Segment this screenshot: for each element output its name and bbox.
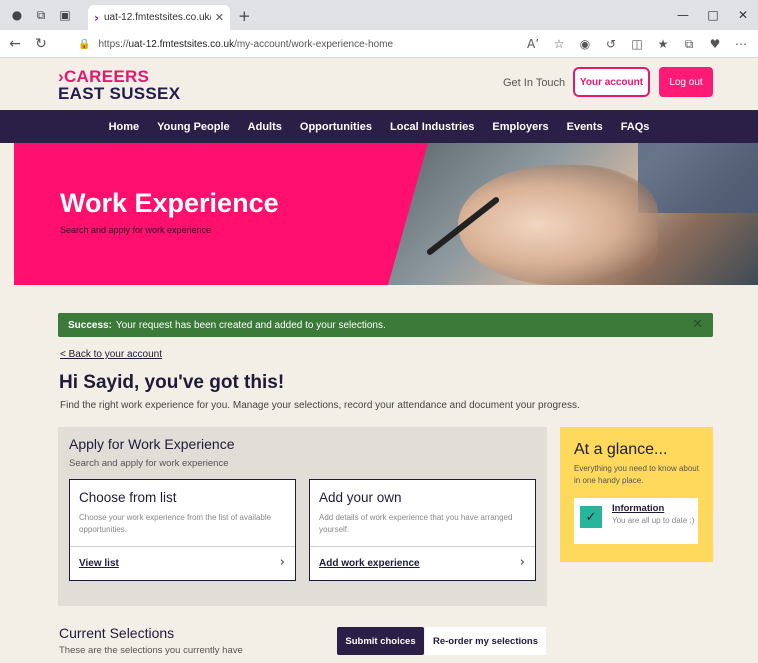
apply-panel-title: Apply for Work Experience (69, 436, 235, 452)
more-options-icon[interactable]: ⋯ (728, 37, 754, 51)
success-alert: Success: Your request has been created a… (58, 313, 713, 337)
page-title: Work Experience (60, 188, 279, 218)
nav-item-home[interactable]: Home (100, 121, 149, 133)
close-tab-icon[interactable]: ✕ (215, 11, 224, 24)
add-work-experience-link[interactable]: Add work experience (319, 558, 420, 569)
split-screen-icon[interactable]: ◫ (624, 37, 650, 51)
success-message: Your request has been created and added … (115, 319, 386, 331)
minimize-icon[interactable]: — (668, 8, 698, 22)
card-description: Choose your work experience from the lis… (79, 513, 272, 534)
collections-toolbar-icon[interactable]: ⧉ (676, 37, 702, 52)
nav-item-faqs[interactable]: FAQs (612, 121, 659, 133)
information-status-box: ✓ Information You are all up to date :) (574, 498, 698, 544)
lock-icon[interactable]: 🔒 (78, 39, 90, 50)
close-alert-icon[interactable]: ✕ (692, 317, 703, 332)
nav-item-events[interactable]: Events (558, 121, 612, 133)
close-window-icon[interactable]: ✕ (728, 8, 758, 22)
card-title: Add your own (319, 490, 402, 505)
hero-photo-hand-writing (388, 143, 758, 285)
nav-item-young-people[interactable]: Young People (148, 121, 239, 133)
browser-tab-bar: ● ⧉ ▣ › uat-12.fmtestsites.co.uk/my-acco… (0, 0, 758, 30)
chevron-right-icon[interactable]: › (280, 555, 285, 570)
site-favicon-icon: › (94, 10, 99, 25)
information-link[interactable]: Information (612, 503, 664, 514)
main-navigation: Home Young People Adults Opportunities L… (0, 110, 758, 143)
url-path: /my-account/work-experience-home (234, 38, 394, 50)
profile-icon[interactable]: ● (10, 8, 24, 22)
current-selections-subtitle: These are the selections you currently h… (59, 645, 243, 656)
maximize-icon[interactable]: □ (698, 8, 728, 22)
hero-banner: Work Experience Search and apply for wor… (14, 143, 758, 285)
nav-item-local-industries[interactable]: Local Industries (381, 121, 483, 133)
current-selections-title: Current Selections (59, 625, 175, 641)
intro-text: Find the right work experience for you. … (60, 400, 580, 411)
reorder-selections-button[interactable]: Re-order my selections (425, 627, 546, 655)
favorites-icon[interactable]: ★ (650, 37, 676, 51)
greeting-heading: Hi Sayid, you've got this! (59, 372, 285, 393)
get-in-touch-link[interactable]: Get In Touch (503, 77, 565, 89)
url-host: uat-12.fmtestsites.co.uk (128, 38, 235, 50)
browser-address-bar: ← ↻ 🔒 https://uat-12.fmtestsites.co.uk/m… (0, 30, 758, 58)
new-tab-icon[interactable]: + (238, 7, 251, 25)
chevron-right-icon[interactable]: › (520, 555, 525, 570)
logo-line-careers: ›CAREERS (58, 67, 150, 86)
tab-title: uat-12.fmtestsites.co.uk/my-acco (103, 12, 211, 23)
favorite-star-icon[interactable]: ☆ (546, 37, 572, 51)
submit-choices-button[interactable]: Submit choices (337, 627, 424, 655)
hero-photo-hand (458, 165, 658, 285)
apply-for-work-experience-panel: Apply for Work Experience Search and app… (58, 427, 547, 606)
information-status-text: You are all up to date :) (612, 516, 695, 525)
heartbeat-icon[interactable]: ♥ (702, 37, 728, 51)
refresh-icon[interactable]: ↻ (30, 36, 52, 52)
site-header: ›CAREERS EAST SUSSEX Get In Touch Your a… (0, 58, 758, 110)
log-out-button[interactable]: Log out (659, 67, 713, 97)
browser-tab[interactable]: › uat-12.fmtestsites.co.uk/my-acco ✕ (88, 5, 230, 30)
url-prefix: https:// (98, 38, 129, 50)
nav-item-opportunities[interactable]: Opportunities (291, 121, 381, 133)
add-your-own-card: Add your own Add details of work experie… (309, 479, 536, 581)
glance-title: At a glance... (574, 441, 668, 458)
tab-actions-icon[interactable]: ▣ (58, 8, 72, 22)
card-divider (310, 546, 535, 547)
page-subtitle: Search and apply for work experience (60, 225, 212, 235)
card-divider (70, 546, 295, 547)
success-label: Success: (68, 319, 112, 331)
choose-from-list-card: Choose from list Choose your work experi… (69, 479, 296, 581)
browser-toolbar: A’ ☆ ◉ ↺ ◫ ★ ⧉ ♥ ⋯ (520, 34, 754, 54)
glance-description: Everything you need to know about in one… (574, 464, 699, 485)
back-to-account-link[interactable]: < Back to your account (60, 349, 162, 360)
back-icon[interactable]: ← (4, 36, 26, 52)
read-aloud-icon[interactable]: A’ (520, 37, 546, 51)
apply-panel-subtitle: Search and apply for work experience (69, 458, 229, 469)
site-logo[interactable]: ›CAREERS EAST SUSSEX (58, 68, 180, 102)
logo-line-east-sussex: EAST SUSSEX (58, 84, 181, 103)
extension-icon[interactable]: ◉ (572, 37, 598, 51)
nav-item-adults[interactable]: Adults (239, 121, 291, 133)
url-field[interactable]: 🔒 https://uat-12.fmtestsites.co.uk/my-ac… (78, 34, 548, 54)
your-account-button[interactable]: Your account (573, 67, 650, 97)
checkmark-icon: ✓ (580, 506, 602, 528)
card-description: Add details of work experience that you … (319, 513, 513, 534)
card-title: Choose from list (79, 490, 177, 505)
at-a-glance-panel: At a glance... Everything you need to kn… (560, 427, 713, 562)
refresh-extension-icon[interactable]: ↺ (598, 37, 624, 51)
nav-item-employers[interactable]: Employers (483, 121, 557, 133)
collections-icon[interactable]: ⧉ (34, 8, 48, 22)
view-list-link[interactable]: View list (79, 558, 119, 569)
window-controls: — □ ✕ (668, 0, 758, 30)
